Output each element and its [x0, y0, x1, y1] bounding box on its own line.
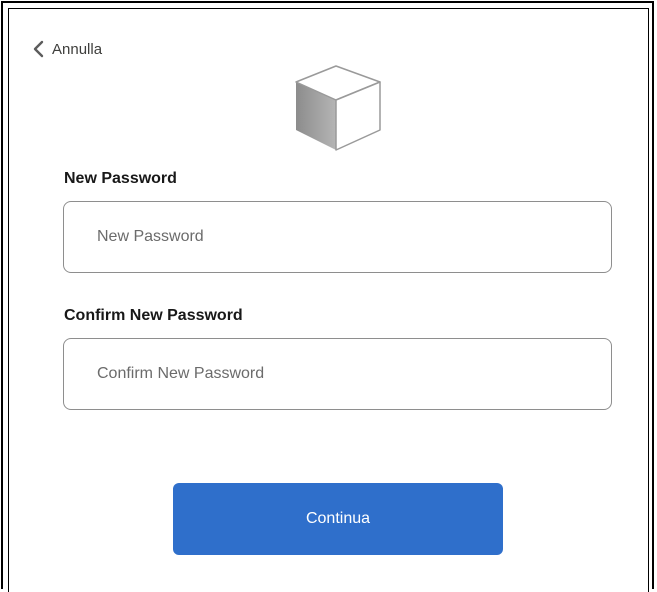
confirm-password-input[interactable] [63, 338, 612, 410]
continue-button[interactable]: Continua [173, 483, 503, 555]
back-link-label: Annulla [52, 40, 103, 58]
new-password-input[interactable] [63, 201, 612, 273]
cube-logo-icon [292, 64, 382, 154]
chevron-left-icon [32, 40, 44, 58]
new-password-label: New Password [64, 170, 177, 187]
confirm-password-label: Confirm New Password [64, 307, 243, 324]
back-link[interactable]: Annulla [32, 40, 102, 58]
